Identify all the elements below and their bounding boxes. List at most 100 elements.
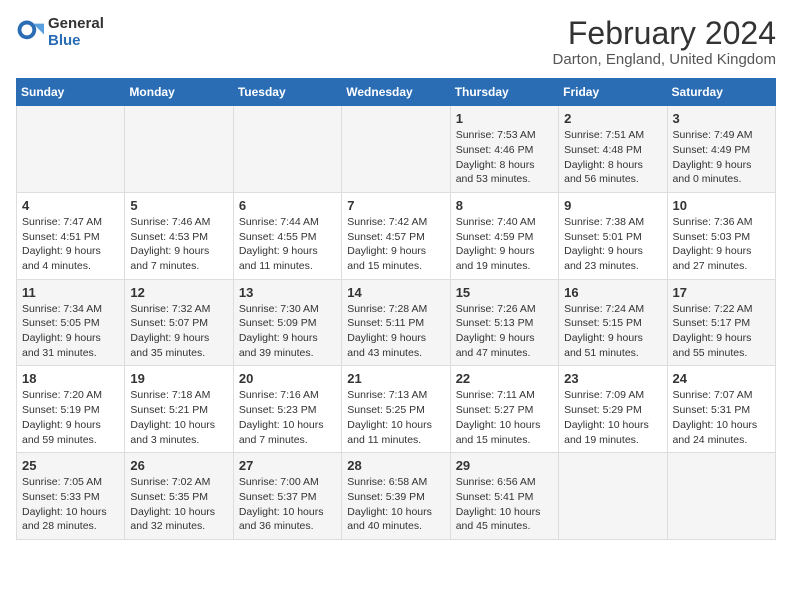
- week-row-4: 18 Sunrise: 7:20 AM Sunset: 5:19 PM Dayli…: [17, 366, 776, 453]
- day-number: 11: [22, 285, 119, 300]
- day-number: 4: [22, 198, 119, 213]
- day-number: 3: [673, 111, 770, 126]
- calendar-table: SundayMondayTuesdayWednesdayThursdayFrid…: [16, 78, 776, 540]
- day-number: 25: [22, 458, 119, 473]
- day-info: Sunrise: 7:28 AM Sunset: 5:11 PM Dayligh…: [347, 302, 444, 361]
- day-number: 28: [347, 458, 444, 473]
- day-info: Sunrise: 7:36 AM Sunset: 5:03 PM Dayligh…: [673, 215, 770, 274]
- header-row: SundayMondayTuesdayWednesdayThursdayFrid…: [17, 79, 776, 106]
- day-number: 13: [239, 285, 336, 300]
- day-number: 5: [130, 198, 227, 213]
- logo-text: General Blue: [48, 16, 104, 49]
- day-number: 7: [347, 198, 444, 213]
- day-info: Sunrise: 7:32 AM Sunset: 5:07 PM Dayligh…: [130, 302, 227, 361]
- day-number: 10: [673, 198, 770, 213]
- day-info: Sunrise: 7:11 AM Sunset: 5:27 PM Dayligh…: [456, 388, 553, 447]
- day-number: 14: [347, 285, 444, 300]
- day-info: Sunrise: 7:05 AM Sunset: 5:33 PM Dayligh…: [22, 475, 119, 534]
- logo-general: General: [48, 16, 104, 33]
- day-cell: [559, 453, 667, 540]
- day-info: Sunrise: 7:40 AM Sunset: 4:59 PM Dayligh…: [456, 215, 553, 274]
- day-header-monday: Monday: [125, 79, 233, 106]
- day-info: Sunrise: 7:46 AM Sunset: 4:53 PM Dayligh…: [130, 215, 227, 274]
- day-info: Sunrise: 7:07 AM Sunset: 5:31 PM Dayligh…: [673, 388, 770, 447]
- day-header-tuesday: Tuesday: [233, 79, 341, 106]
- day-info: Sunrise: 6:58 AM Sunset: 5:39 PM Dayligh…: [347, 475, 444, 534]
- day-cell: 29 Sunrise: 6:56 AM Sunset: 5:41 PM Dayli…: [450, 453, 558, 540]
- day-info: Sunrise: 7:30 AM Sunset: 5:09 PM Dayligh…: [239, 302, 336, 361]
- day-number: 26: [130, 458, 227, 473]
- day-header-thursday: Thursday: [450, 79, 558, 106]
- day-number: 2: [564, 111, 661, 126]
- day-header-saturday: Saturday: [667, 79, 775, 106]
- day-cell: 5 Sunrise: 7:46 AM Sunset: 4:53 PM Daylig…: [125, 192, 233, 279]
- day-info: Sunrise: 7:53 AM Sunset: 4:46 PM Dayligh…: [456, 128, 553, 187]
- day-info: Sunrise: 7:16 AM Sunset: 5:23 PM Dayligh…: [239, 388, 336, 447]
- day-cell: 27 Sunrise: 7:00 AM Sunset: 5:37 PM Dayli…: [233, 453, 341, 540]
- week-row-2: 4 Sunrise: 7:47 AM Sunset: 4:51 PM Daylig…: [17, 192, 776, 279]
- title-area: February 2024 Darton, England, United Ki…: [553, 16, 776, 68]
- day-cell: 21Sunrise: 7:13 AM Sunset: 5:25 PM Dayli…: [342, 366, 450, 453]
- day-number: 6: [239, 198, 336, 213]
- month-title: February 2024: [553, 16, 776, 51]
- day-info: Sunrise: 7:51 AM Sunset: 4:48 PM Dayligh…: [564, 128, 661, 187]
- logo-icon: [16, 19, 44, 47]
- day-info: Sunrise: 7:49 AM Sunset: 4:49 PM Dayligh…: [673, 128, 770, 187]
- day-cell: 10 Sunrise: 7:36 AM Sunset: 5:03 PM Dayli…: [667, 192, 775, 279]
- day-number: 15: [456, 285, 553, 300]
- day-info: Sunrise: 7:42 AM Sunset: 4:57 PM Dayligh…: [347, 215, 444, 274]
- day-header-friday: Friday: [559, 79, 667, 106]
- day-info: Sunrise: 7:20 AM Sunset: 5:19 PM Dayligh…: [22, 388, 119, 447]
- day-info: Sunrise: 7:26 AM Sunset: 5:13 PM Dayligh…: [456, 302, 553, 361]
- day-cell: 23 Sunrise: 7:09 AM Sunset: 5:29 PM Dayli…: [559, 366, 667, 453]
- day-cell: 24 Sunrise: 7:07 AM Sunset: 5:31 PM Dayli…: [667, 366, 775, 453]
- day-cell: 9 Sunrise: 7:38 AM Sunset: 5:01 PM Daylig…: [559, 192, 667, 279]
- day-info: Sunrise: 6:56 AM Sunset: 5:41 PM Dayligh…: [456, 475, 553, 534]
- day-header-sunday: Sunday: [17, 79, 125, 106]
- day-cell: 22Sunrise: 7:11 AM Sunset: 5:27 PM Dayli…: [450, 366, 558, 453]
- day-number: 24: [673, 371, 770, 386]
- day-cell: [342, 106, 450, 193]
- day-number: 20: [239, 371, 336, 386]
- week-row-1: 1 Sunrise: 7:53 AM Sunset: 4:46 PM Daylig…: [17, 106, 776, 193]
- day-cell: 2 Sunrise: 7:51 AM Sunset: 4:48 PM Daylig…: [559, 106, 667, 193]
- day-info: Sunrise: 7:44 AM Sunset: 4:55 PM Dayligh…: [239, 215, 336, 274]
- day-number: 12: [130, 285, 227, 300]
- day-cell: 7 Sunrise: 7:42 AM Sunset: 4:57 PM Daylig…: [342, 192, 450, 279]
- day-number: 17: [673, 285, 770, 300]
- week-row-5: 25 Sunrise: 7:05 AM Sunset: 5:33 PM Dayli…: [17, 453, 776, 540]
- day-number: 27: [239, 458, 336, 473]
- day-info: Sunrise: 7:09 AM Sunset: 5:29 PM Dayligh…: [564, 388, 661, 447]
- day-cell: 16Sunrise: 7:24 AM Sunset: 5:15 PM Dayli…: [559, 279, 667, 366]
- day-cell: 12 Sunrise: 7:32 AM Sunset: 5:07 PM Dayli…: [125, 279, 233, 366]
- day-cell: 15 Sunrise: 7:26 AM Sunset: 5:13 PM Dayli…: [450, 279, 558, 366]
- day-number: 23: [564, 371, 661, 386]
- day-header-wednesday: Wednesday: [342, 79, 450, 106]
- logo-blue: Blue: [48, 33, 104, 50]
- day-number: 8: [456, 198, 553, 213]
- day-number: 21: [347, 371, 444, 386]
- logo: General Blue: [16, 16, 104, 49]
- day-info: Sunrise: 7:34 AM Sunset: 5:05 PM Dayligh…: [22, 302, 119, 361]
- day-info: Sunrise: 7:00 AM Sunset: 5:37 PM Dayligh…: [239, 475, 336, 534]
- day-cell: 25 Sunrise: 7:05 AM Sunset: 5:33 PM Dayli…: [17, 453, 125, 540]
- day-cell: [17, 106, 125, 193]
- location: Darton, England, United Kingdom: [553, 51, 776, 68]
- day-cell: 14 Sunrise: 7:28 AM Sunset: 5:11 PM Dayli…: [342, 279, 450, 366]
- day-cell: [667, 453, 775, 540]
- day-cell: 13 Sunrise: 7:30 AM Sunset: 5:09 PM Dayli…: [233, 279, 341, 366]
- day-cell: 26Sunrise: 7:02 AM Sunset: 5:35 PM Dayli…: [125, 453, 233, 540]
- day-info: Sunrise: 7:18 AM Sunset: 5:21 PM Dayligh…: [130, 388, 227, 447]
- day-cell: 18 Sunrise: 7:20 AM Sunset: 5:19 PM Dayli…: [17, 366, 125, 453]
- day-number: 9: [564, 198, 661, 213]
- day-cell: 17Sunrise: 7:22 AM Sunset: 5:17 PM Dayli…: [667, 279, 775, 366]
- day-cell: 19Sunrise: 7:18 AM Sunset: 5:21 PM Dayli…: [125, 366, 233, 453]
- day-info: Sunrise: 7:38 AM Sunset: 5:01 PM Dayligh…: [564, 215, 661, 274]
- day-cell: 6 Sunrise: 7:44 AM Sunset: 4:55 PM Daylig…: [233, 192, 341, 279]
- day-cell: 1 Sunrise: 7:53 AM Sunset: 4:46 PM Daylig…: [450, 106, 558, 193]
- day-number: 1: [456, 111, 553, 126]
- day-cell: 11 Sunrise: 7:34 AM Sunset: 5:05 PM Dayli…: [17, 279, 125, 366]
- day-info: Sunrise: 7:47 AM Sunset: 4:51 PM Dayligh…: [22, 215, 119, 274]
- day-number: 18: [22, 371, 119, 386]
- day-number: 29: [456, 458, 553, 473]
